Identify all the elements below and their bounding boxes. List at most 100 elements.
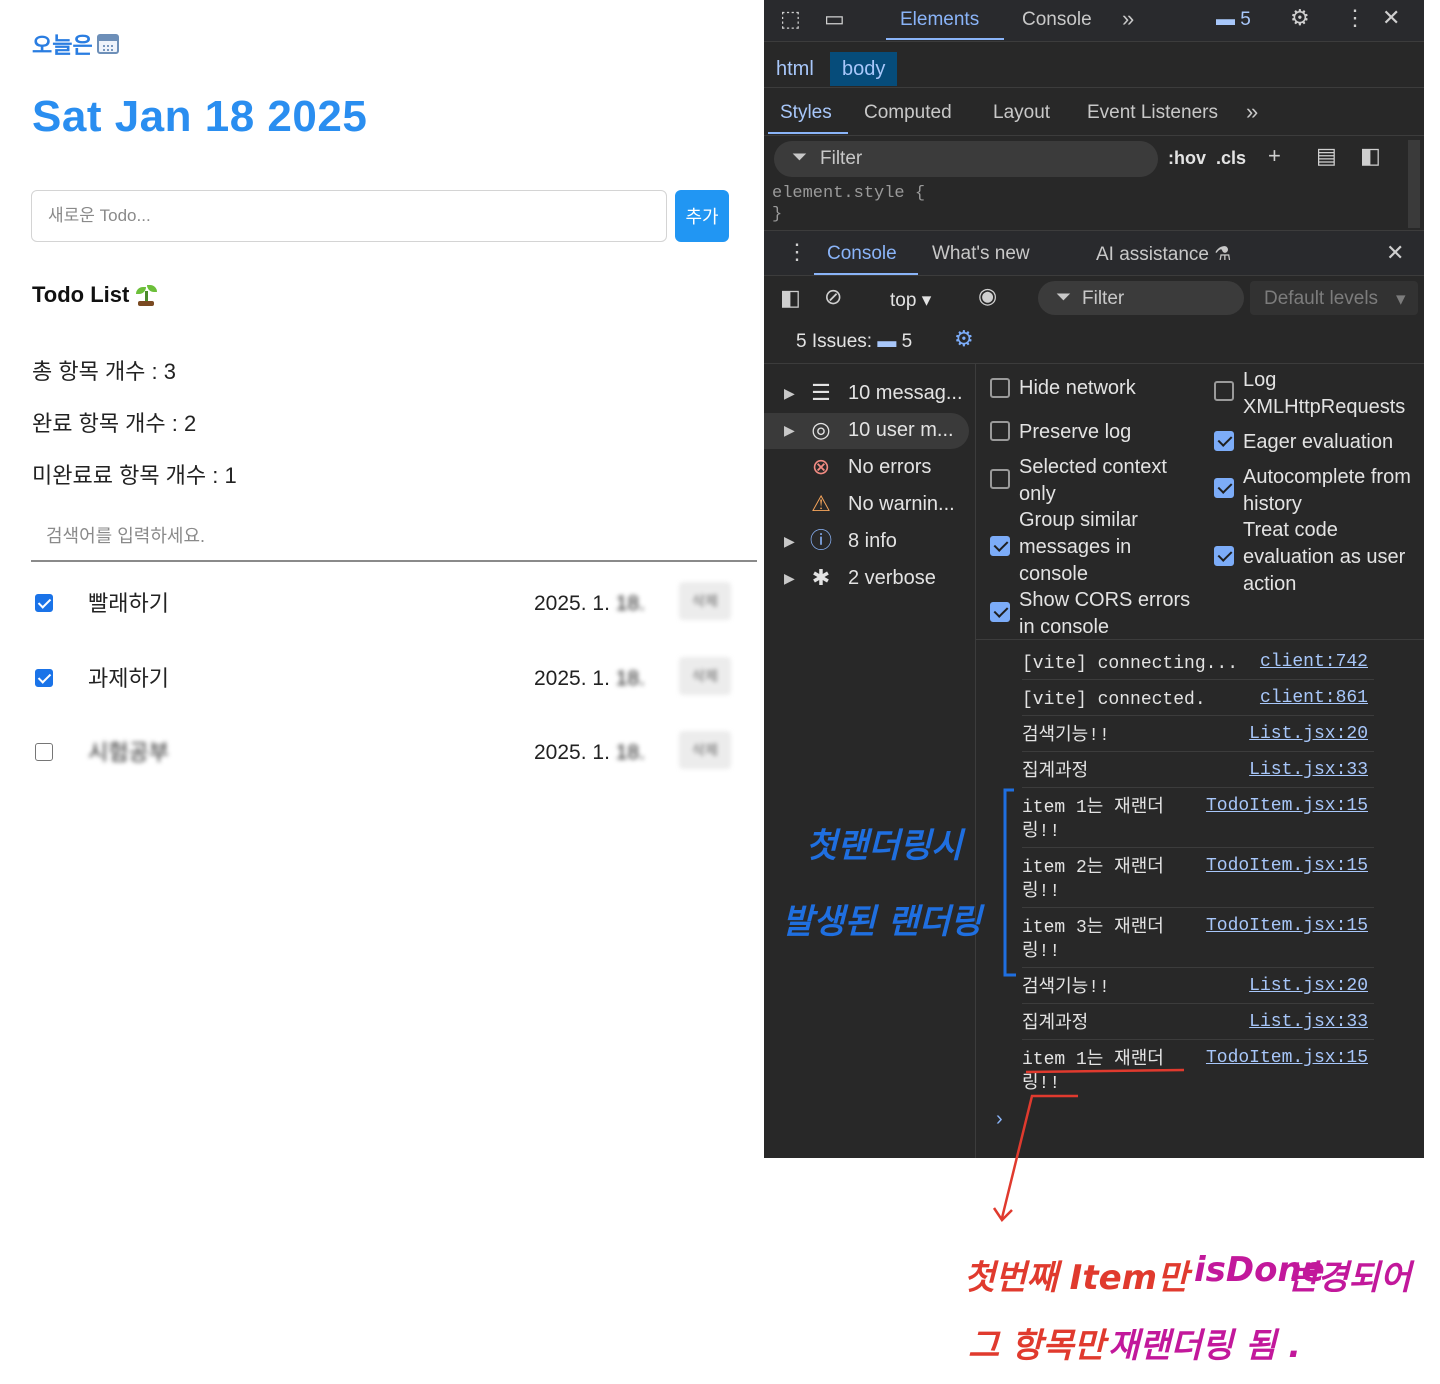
clear-console-icon[interactable]: ⊘ — [824, 286, 842, 308]
log-xhr-checkbox[interactable] — [1214, 381, 1234, 401]
filter-icon: ⏷ — [792, 147, 808, 168]
console-settings-gear-icon[interactable]: ⚙ — [954, 328, 974, 350]
breadcrumb-html[interactable]: html — [776, 58, 814, 81]
group-similar-checkbox[interactable] — [990, 536, 1010, 556]
log-levels-select[interactable]: Default levels ▾ — [1250, 281, 1418, 315]
hide-network-checkbox[interactable] — [990, 378, 1010, 398]
drawer-menu-icon[interactable]: ⋮ — [786, 241, 808, 263]
todo-item: 빨래하기 2025. 1. 18. 삭제 — [31, 582, 757, 642]
warning-icon: ⚠ — [811, 491, 831, 516]
gear-icon[interactable]: ⚙ — [1290, 7, 1310, 29]
cls-toggle[interactable]: .cls — [1216, 148, 1246, 169]
active-tab-indicator — [886, 38, 1004, 40]
console-message: 검색기능!! List.jsx:20 — [1022, 968, 1374, 1004]
log-source-link[interactable]: List.jsx:20 — [1249, 976, 1368, 996]
issues-badge[interactable]: ▬ 5 — [1216, 9, 1251, 31]
inspect-icon[interactable]: ⬚ — [780, 8, 801, 30]
log-source-link[interactable]: List.jsx:33 — [1249, 760, 1368, 780]
log-source-link[interactable]: client:861 — [1260, 688, 1368, 708]
more-styles-tabs-icon[interactable]: » — [1246, 99, 1258, 125]
console-toolbar: ◧ ⊘ top ▾ ◉ ⏷ Filter Default levels ▾ 5 … — [764, 276, 1424, 364]
more-tabs-icon[interactable]: » — [1122, 6, 1134, 32]
tab-elements[interactable]: Elements — [900, 9, 979, 31]
console-prompt[interactable]: › — [996, 1108, 1003, 1131]
styles-scrollbar[interactable] — [1408, 140, 1420, 228]
console-message: [vite] connecting... client:742 — [1022, 644, 1374, 680]
group-similar-label: Group similar messages in console — [1019, 509, 1138, 585]
show-cors-checkbox[interactable] — [990, 602, 1010, 622]
sidebar-item-verbose[interactable]: ▶ ✱ 2 verbose — [764, 561, 969, 597]
sidebar-item-messages[interactable]: ▶ ☰ 10 messag... — [764, 376, 969, 412]
sidebar-item-user-messages[interactable]: ▶ ◎ 10 user m... — [764, 413, 969, 449]
drawer-tab-ai-assistance[interactable]: AI assistance ⚗ — [1096, 243, 1231, 266]
sidebar-toggle-icon[interactable]: ◧ — [1360, 145, 1381, 167]
console-sidebar-icon[interactable]: ◧ — [780, 287, 801, 309]
sidebar-item-info[interactable]: ▶ ⓘ 8 info — [764, 524, 969, 560]
delete-button[interactable]: 삭제 — [679, 731, 731, 769]
tab-event-listeners[interactable]: Event Listeners — [1087, 102, 1218, 124]
selected-context-checkbox[interactable] — [990, 469, 1010, 489]
tab-styles[interactable]: Styles — [780, 102, 832, 124]
eager-eval-checkbox[interactable] — [1214, 431, 1234, 451]
log-source-link[interactable]: List.jsx:20 — [1249, 724, 1368, 744]
autocomplete-checkbox[interactable] — [1214, 478, 1234, 498]
todo-content: 과제하기 — [88, 666, 169, 691]
styles-filter[interactable]: ⏷ Filter — [774, 141, 1158, 177]
device-toggle-icon[interactable]: ▭ — [824, 8, 845, 30]
todo-date: 2025. 1. 18. — [534, 592, 645, 615]
drawer-close-icon[interactable]: ✕ — [1386, 242, 1404, 264]
todo-content: 빨래하기 — [88, 591, 169, 616]
log-source-link[interactable]: TodoItem.jsx:15 — [1206, 916, 1368, 936]
todo-checkbox[interactable] — [35, 669, 53, 687]
annotation-red-line2a: 그 항목만 — [968, 1326, 1105, 1366]
new-todo-input[interactable] — [31, 190, 667, 242]
flask-icon: ⚗ — [1214, 244, 1232, 265]
todo-checkbox[interactable] — [35, 594, 53, 612]
todo-date: 2025. 1. 18. — [534, 741, 645, 764]
delete-button[interactable]: 삭제 — [679, 582, 731, 620]
preserve-log-label: Preserve log — [1019, 421, 1132, 443]
bug-icon: ✱ — [811, 565, 831, 590]
sidebar-item-errors[interactable]: ⊗ No errors — [764, 450, 969, 486]
done-count: 완료 항목 개수 : 2 — [32, 411, 197, 436]
log-source-link[interactable]: TodoItem.jsx:15 — [1206, 856, 1368, 876]
console-message: 검색기능!! List.jsx:20 — [1022, 716, 1374, 752]
preserve-log-checkbox[interactable] — [990, 421, 1010, 441]
tab-console[interactable]: Console — [1022, 9, 1092, 31]
autocomplete-label: Autocomplete from history — [1243, 466, 1411, 515]
hov-toggle[interactable]: :hov — [1168, 148, 1206, 169]
log-source-link[interactable]: TodoItem.jsx:15 — [1206, 796, 1368, 816]
todo-checkbox[interactable] — [35, 743, 53, 761]
message-icon: ▬ — [1216, 9, 1235, 30]
tab-computed[interactable]: Computed — [864, 102, 952, 124]
paint-icon[interactable]: ▤ — [1316, 145, 1337, 167]
console-message: item 1는 재랜더 링!! TodoItem.jsx:15 — [1022, 788, 1374, 848]
add-button[interactable]: 추가 — [675, 190, 729, 242]
eye-icon[interactable]: ◉ — [978, 285, 997, 307]
treat-code-checkbox[interactable] — [1214, 546, 1234, 566]
drawer-tab-whats-new[interactable]: What's new — [932, 243, 1030, 265]
annotation-red-line2b: 재랜더링 됨 . — [1108, 1326, 1301, 1366]
context-select[interactable]: top ▾ — [890, 289, 931, 312]
kebab-menu-icon[interactable]: ⋮ — [1344, 7, 1366, 29]
drawer-tabs: ⋮ Console What's new AI assistance ⚗ ✕ — [764, 230, 1424, 276]
annotation-red-line1c: 변경되어 — [1286, 1258, 1412, 1298]
drawer-tab-console[interactable]: Console — [827, 243, 897, 265]
list-title-text: Todo List — [32, 282, 130, 307]
sidebar-item-warnings[interactable]: ⚠ No warnin... — [764, 487, 969, 523]
breadcrumb-body[interactable]: body — [830, 52, 898, 86]
tab-layout[interactable]: Layout — [993, 102, 1050, 124]
filter-icon: ⏷ — [1056, 287, 1072, 308]
plus-icon[interactable]: + — [1268, 145, 1281, 167]
issues-count[interactable]: 5 Issues: ▬ 5 — [796, 331, 912, 353]
console-filter[interactable]: ⏷ Filter — [1038, 281, 1244, 315]
delete-button[interactable]: 삭제 — [679, 657, 731, 695]
close-icon[interactable]: ✕ — [1382, 7, 1400, 29]
todo-content: 시험공부 — [88, 740, 169, 765]
search-input[interactable] — [31, 512, 757, 562]
info-icon: ⓘ — [809, 528, 832, 553]
log-source-link[interactable]: TodoItem.jsx:15 — [1206, 1048, 1368, 1068]
log-source-link[interactable]: List.jsx:33 — [1249, 1012, 1368, 1032]
date-title: Sat Jan 18 2025 — [32, 92, 368, 141]
log-source-link[interactable]: client:742 — [1260, 652, 1368, 672]
